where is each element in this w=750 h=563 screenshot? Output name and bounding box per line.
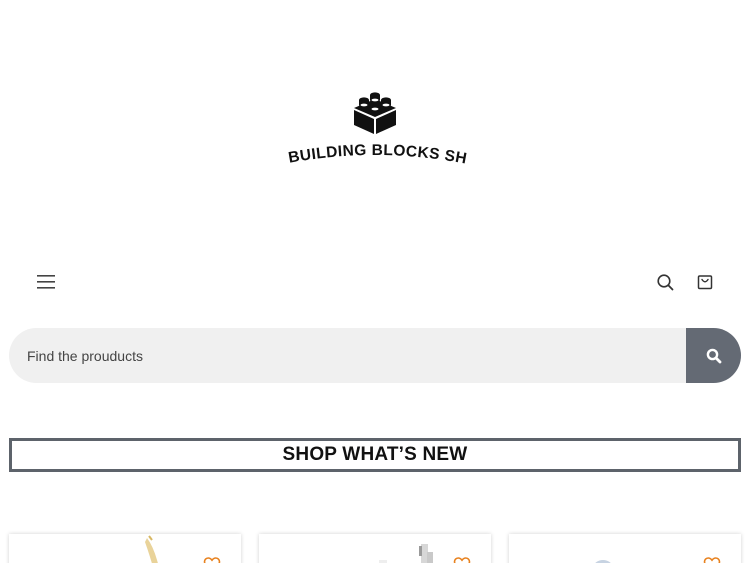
heart-icon[interactable] [453, 556, 471, 563]
heart-icon[interactable] [703, 556, 721, 563]
search-submit-button[interactable] [686, 328, 741, 383]
product-card[interactable] [509, 534, 741, 563]
section-heading-box: SHOP WHAT’S NEW [9, 438, 741, 472]
product-search-bar [9, 328, 741, 383]
menu-button[interactable] [30, 266, 62, 298]
header-search-button[interactable] [649, 266, 681, 298]
building-block-logo-icon: MY BUILDING BLOCKS SHOP [275, 88, 468, 168]
product-card[interactable] [259, 534, 491, 563]
cart-button[interactable] [689, 266, 721, 298]
search-icon [656, 273, 673, 290]
section-title: SHOP WHAT’S NEW [282, 444, 468, 465]
hamburger-menu-icon [37, 275, 55, 289]
shopping-bag-icon [697, 275, 713, 290]
search-icon [706, 348, 721, 363]
heart-icon[interactable] [203, 556, 221, 563]
product-card[interactable] [9, 534, 241, 563]
shop-logo[interactable]: MY BUILDING BLOCKS SHOP [0, 88, 750, 170]
product-search-input[interactable] [9, 328, 686, 383]
product-grid [0, 534, 750, 563]
top-navigation-bar [0, 266, 750, 298]
